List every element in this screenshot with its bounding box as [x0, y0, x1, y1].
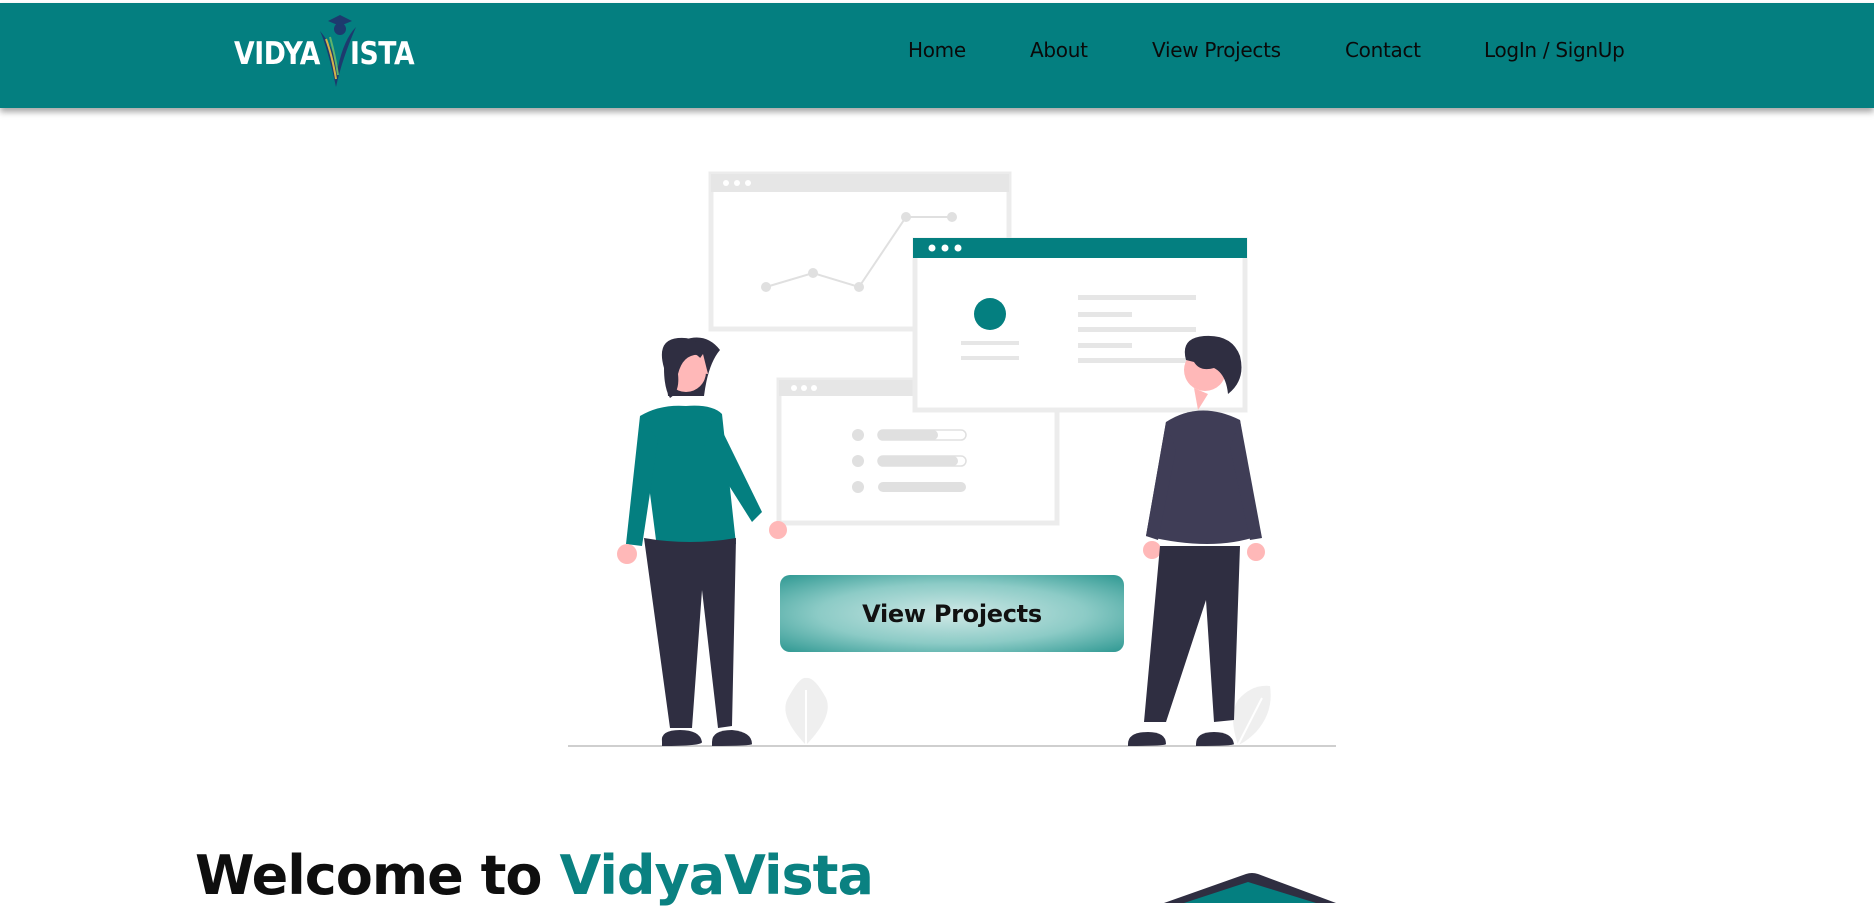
nav-about[interactable]: About: [1030, 38, 1088, 62]
leaf-decoration-left: [785, 677, 828, 745]
nav-home[interactable]: Home: [908, 38, 966, 62]
hero-illustration: [568, 171, 1336, 747]
welcome-brand-name: VidyaVista: [559, 844, 873, 907]
nav-login-signup[interactable]: LogIn / SignUp: [1484, 38, 1625, 62]
leaf-decoration-right: [1233, 685, 1271, 746]
view-projects-button[interactable]: View Projects: [780, 575, 1124, 652]
hexagon-badge-icon: [1164, 873, 1336, 903]
nav-contact[interactable]: Contact: [1345, 38, 1421, 62]
welcome-prefix: Welcome to: [195, 844, 542, 907]
welcome-heading: Welcome to VidyaVista: [195, 840, 874, 912]
main-nav: Home About View Projects Contact LogIn /…: [0, 38, 1874, 68]
woman-figure-illustration: [617, 337, 787, 746]
nav-view-projects[interactable]: View Projects: [1152, 38, 1281, 62]
top-navbar: VIDYA ISTA Home About View Projects Cont…: [0, 3, 1874, 108]
